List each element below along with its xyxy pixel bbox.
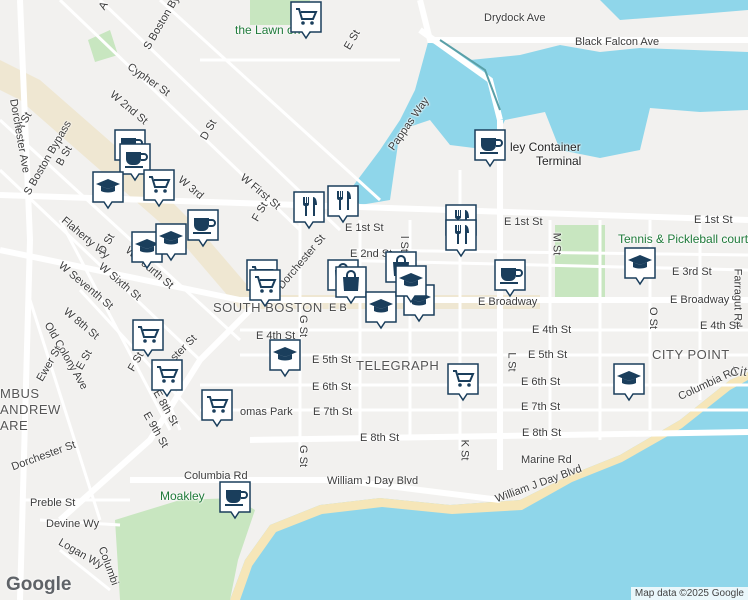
neighborhood-city-point: CITY POINT [652,347,730,362]
street-e-8th-st: E 8th St [360,432,400,444]
street-marine-rd: Marine Rd [521,454,572,466]
grocery-marker[interactable] [131,318,165,358]
restaurant-marker[interactable] [444,218,478,258]
street-m-st: M St [550,232,563,256]
street-e-8th-st-2: E 8th St [522,427,562,439]
street-preble-st: Preble St [30,497,76,509]
grocery-marker[interactable] [446,362,480,402]
school-marker[interactable] [623,246,657,286]
school-marker[interactable] [364,290,398,330]
street-farragut-rd: Farragut Rd [731,268,744,328]
neighborhood-columbus-3: ARE [0,418,29,433]
neighborhood-city-partial: Cit [730,364,748,379]
restaurant-marker[interactable] [292,190,326,230]
school-marker[interactable] [268,338,302,378]
street-e-7th-st-2: E 7th St [521,401,561,413]
grocery-marker[interactable] [248,268,282,308]
street-e-6th-st-2: E 6th St [521,376,561,388]
street-g-st: G St [297,314,310,338]
neighborhood-columbus-1: MBUS [0,386,40,401]
street-devine-wy: Devine Wy [46,518,100,530]
poi-thomas-park[interactable]: omas Park [240,406,293,418]
grocery-marker[interactable] [200,388,234,428]
street-e-5th-st: E 5th St [312,354,352,366]
school-marker[interactable] [394,264,428,304]
school-marker[interactable] [612,362,646,402]
street-e-4th-st-2: E 4th St [532,324,572,336]
school-marker[interactable] [91,170,125,210]
neighborhood-columbus-2: ANDREW [0,402,61,417]
street-o-st: O St [647,306,660,330]
poi-container-terminal[interactable]: ley Container [510,141,581,153]
restaurant-marker[interactable] [326,184,360,224]
street-e-6th-st: E 6th St [312,381,352,393]
grocery-marker[interactable] [142,168,176,208]
left-park [88,30,118,62]
coffee-marker[interactable] [473,128,507,168]
street-e-1st-st-2: E 1st St [504,216,543,228]
street-k-st: K St [458,439,471,461]
poi-moakley[interactable]: Moakley [160,490,205,502]
street-e-broadway-2: E Broadway [670,294,730,306]
google-logo: Google [6,574,72,595]
grocery-marker[interactable] [150,358,184,398]
shopping-marker[interactable] [334,265,368,305]
coffee-marker[interactable] [493,258,527,298]
street-william-j-day-blvd: William J Day Blvd [327,475,419,487]
tennis-park [555,225,605,300]
poi-tennis[interactable]: Tennis & Pickleball court [618,233,748,245]
bay-water [230,372,748,600]
street-e-1st-st-3: E 1st St [694,214,733,226]
street-black-falcon-ave: Black Falcon Ave [575,36,660,48]
street-drydock-ave: Drydock Ave [484,12,546,24]
neighborhood-telegraph: TELEGRAPH [356,358,440,373]
street-e-4th-st-3: E 4th St [700,320,740,332]
street-e-7th-st: E 7th St [313,406,353,418]
channel-water [420,10,748,55]
school-marker[interactable] [154,222,188,262]
street-e-5th-st-2: E 5th St [528,349,568,361]
coffee-marker[interactable] [186,208,220,248]
poi-container-terminal-2: Terminal [536,154,582,168]
grocery-marker[interactable] [289,0,323,40]
street-e-3rd-st: E 3rd St [672,266,712,278]
street-g-st-2: G St [297,444,310,468]
map-attribution[interactable]: Map data ©2025 Google [630,587,748,600]
coffee-marker[interactable] [218,480,252,520]
street-l-st-2: L St [505,352,518,372]
